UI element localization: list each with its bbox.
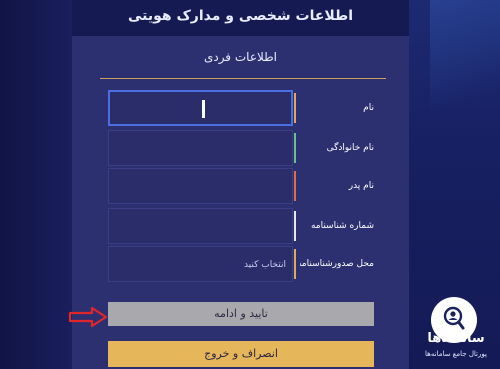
field-row-first-name: نام	[108, 90, 374, 126]
confirm-button[interactable]: تایید و ادامه	[108, 302, 374, 326]
red-arrow-icon	[68, 306, 108, 328]
brand-tagline: پورتال جامع سامانه‌ها	[425, 350, 487, 358]
first-name-label: نام	[363, 103, 374, 113]
field-accent-bar	[294, 133, 296, 163]
field-row-last-name: نام خانوادگی	[108, 130, 374, 166]
page-title: اطلاعات شخصی و مدارک هویتی	[127, 8, 354, 24]
field-row-id-number: شماره شناسنامه	[108, 208, 374, 244]
background-decoration	[430, 0, 500, 120]
text-cursor	[202, 100, 205, 118]
father-name-label: نام پدر	[348, 181, 374, 191]
father-name-input[interactable]	[108, 168, 293, 204]
form-panel: اطلاعات فردی نام نام خانوادگی نام پدر شم…	[72, 36, 409, 369]
field-row-father-name: نام پدر	[108, 168, 374, 204]
issue-place-label: محل صدورشناسنامه	[300, 259, 374, 269]
field-accent-bar	[294, 93, 296, 123]
field-row-issue-place: انتخاب کنید محل صدورشناسنامه	[108, 246, 374, 282]
id-number-input[interactable]	[108, 208, 293, 244]
field-accent-bar	[294, 171, 296, 201]
section-title: اطلاعات فردی	[203, 50, 278, 64]
field-accent-bar	[294, 211, 296, 241]
field-accent-bar	[294, 249, 296, 279]
first-name-input[interactable]	[108, 90, 293, 126]
background-left	[0, 0, 72, 369]
cancel-button[interactable]: انصراف و خروج	[108, 341, 374, 367]
last-name-input[interactable]	[108, 130, 293, 166]
brand-name: سامانه‌ها	[427, 331, 485, 346]
section-divider	[100, 78, 386, 79]
issue-place-placeholder: انتخاب کنید	[243, 260, 286, 270]
last-name-label: نام خانوادگی	[326, 143, 374, 153]
search-person-icon	[443, 306, 465, 330]
id-number-label: شماره شناسنامه	[310, 221, 374, 231]
issue-place-select[interactable]: انتخاب کنید	[108, 246, 293, 282]
